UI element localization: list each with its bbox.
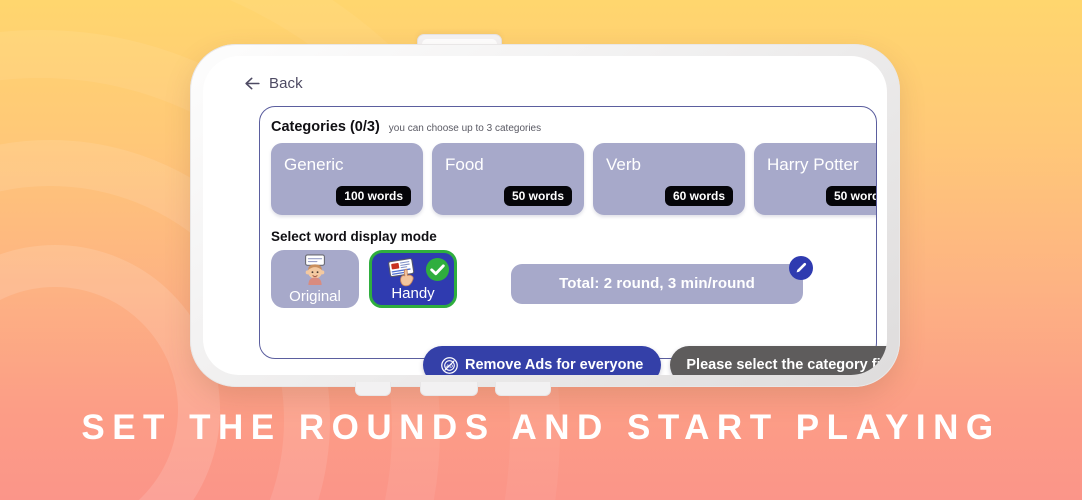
- phone-bottom-tab-3: [495, 382, 551, 396]
- phone-bottom-tab-1: [355, 382, 391, 396]
- category-word-count: 100 words: [336, 186, 411, 206]
- phone-bottom-tabs: [355, 382, 735, 398]
- total-rounds-bar[interactable]: Total: 2 round, 3 min/round: [511, 255, 813, 304]
- no-ads-icon: AD: [441, 356, 458, 374]
- arrow-left-icon: [245, 77, 260, 90]
- category-word-count: 50 words: [503, 186, 572, 206]
- remove-ads-button[interactable]: AD Remove Ads for everyone: [423, 346, 662, 375]
- category-name: Verb: [606, 155, 641, 174]
- phone-mockup: Back Categories (0/3) you can choose up …: [190, 34, 900, 396]
- category-card-food[interactable]: Food 50 words: [432, 143, 584, 215]
- category-notice-label: Please select the category first.: [686, 357, 887, 373]
- pencil-icon: [796, 262, 806, 273]
- mode-card-original[interactable]: Original: [271, 250, 359, 308]
- page-caption: SET THE ROUNDS AND START PLAYING: [81, 408, 1001, 447]
- category-card-harry-potter[interactable]: Harry Potter 50 words: [754, 143, 876, 215]
- mode-name: Original: [289, 288, 341, 305]
- categories-title: Categories (0/3): [271, 119, 380, 135]
- category-word-count: 60 words: [664, 186, 733, 206]
- edit-rounds-button[interactable]: [789, 255, 813, 280]
- check-circle-icon: [425, 257, 450, 282]
- phone-screen: Back Categories (0/3) you can choose up …: [203, 56, 887, 375]
- display-mode-label: Select word display mode: [271, 229, 437, 244]
- mode-name: Handy: [391, 285, 435, 302]
- mode-card-handy[interactable]: Handy: [369, 250, 457, 308]
- settings-panel: Categories (0/3) you can choose up to 3 …: [259, 106, 877, 359]
- categories-subtitle: you can choose up to 3 categories: [388, 123, 542, 134]
- remove-ads-label: Remove Ads for everyone: [465, 357, 644, 373]
- category-name: Harry Potter: [767, 155, 859, 174]
- action-button-row: AD Remove Ads for everyone Please select…: [423, 346, 887, 375]
- categories-header: Categories (0/3) you can choose up to 3 …: [260, 107, 876, 135]
- total-rounds-text: Total: 2 round, 3 min/round: [559, 275, 755, 292]
- category-name: Generic: [284, 155, 344, 174]
- category-card-verb[interactable]: Verb 60 words: [593, 143, 745, 215]
- category-notice-button[interactable]: Please select the category first.: [670, 346, 887, 375]
- category-list: Generic 100 words Food 50 words Verb 60 …: [260, 135, 876, 215]
- decor-ring-1: [0, 245, 220, 500]
- person-forehead-card-icon: [305, 254, 325, 286]
- category-word-count: 50 words: [825, 186, 876, 206]
- category-card-generic[interactable]: Generic 100 words: [271, 143, 423, 215]
- back-button[interactable]: Back: [243, 74, 303, 93]
- back-button-label: Back: [269, 75, 303, 92]
- display-mode-area: Original Handy Total: 2 round, 3 min/rou…: [260, 244, 876, 308]
- category-name: Food: [445, 155, 484, 174]
- phone-bottom-tab-2: [420, 382, 478, 396]
